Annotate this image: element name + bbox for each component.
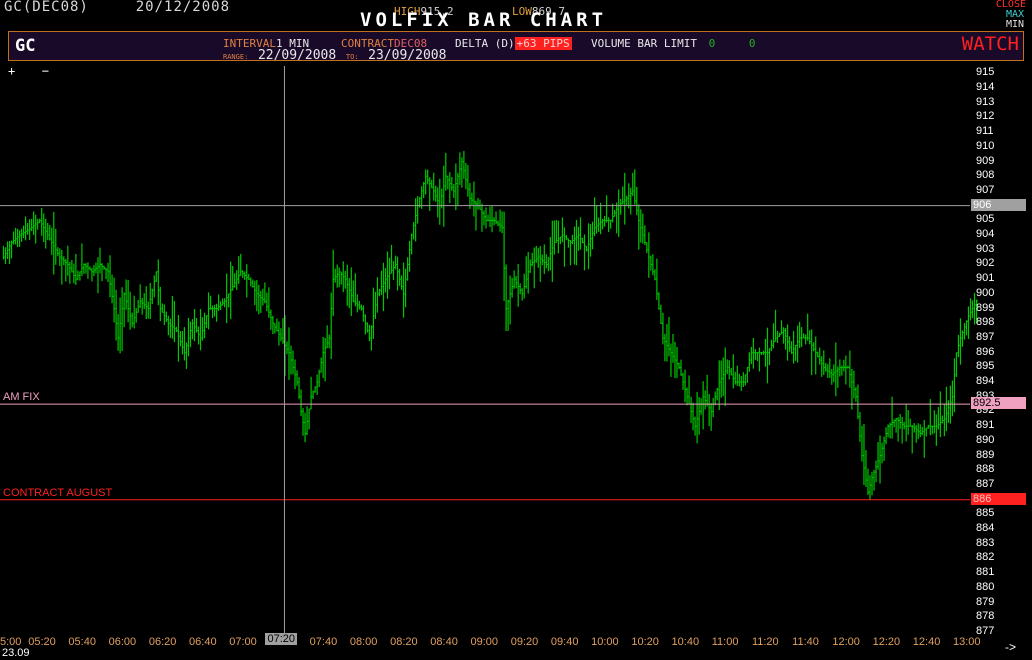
x-tick-label: 12:20 <box>872 636 901 648</box>
cursor-time-badge: 07:20 <box>265 633 297 645</box>
x-tick-label: 09:40 <box>550 636 579 648</box>
y-tick-label: 897 <box>976 330 995 343</box>
x-tick-label: 12:00 <box>832 636 860 648</box>
x-tick-label: 05:40 <box>68 636 96 648</box>
reference-line-label: AM FIX <box>3 391 40 404</box>
y-tick-label: 881 <box>976 566 995 579</box>
y-tick-label: 908 <box>976 169 995 182</box>
y-tick-label: 905 <box>976 213 995 226</box>
y-tick-label: 903 <box>976 242 995 255</box>
y-tick-label: 912 <box>976 110 995 123</box>
x-tick-label: 11:00 <box>711 636 739 648</box>
y-tick-label: 879 <box>976 595 995 608</box>
price-chart[interactable] <box>0 0 1032 660</box>
y-tick-label: 898 <box>976 316 995 329</box>
x-tick-label: 06:00 <box>108 636 137 648</box>
x-tick-label: 06:40 <box>189 636 217 648</box>
x-tick-label: 11:20 <box>751 636 779 648</box>
x-tick-label: 11:40 <box>792 636 819 648</box>
price-bars <box>2 150 979 500</box>
x-tick-label: 06:20 <box>148 636 177 648</box>
x-tick-label: 12:40 <box>912 636 941 648</box>
reference-price-badge: 886 <box>971 492 1026 505</box>
reference-price-badge: 892.5 <box>971 397 1026 410</box>
horizontal-levels <box>0 403 970 501</box>
x-tick-label: 13:00 <box>953 636 981 648</box>
y-tick-label: 910 <box>976 139 995 152</box>
y-tick-label: 909 <box>976 154 995 167</box>
y-tick-label: 882 <box>976 551 995 564</box>
y-tick-label: 914 <box>976 81 995 94</box>
x-tick-label: 09:20 <box>510 636 539 648</box>
y-tick-label: 880 <box>976 580 995 593</box>
y-tick-label: 896 <box>976 345 995 358</box>
y-tick-label: 888 <box>976 463 995 476</box>
y-tick-label: 911 <box>976 125 994 138</box>
x-tick-label: 10:00 <box>591 636 619 648</box>
y-tick-label: 900 <box>976 286 995 299</box>
y-tick-label: 894 <box>976 375 995 388</box>
y-tick-label: 890 <box>976 433 995 446</box>
y-tick-label: 901 <box>976 272 995 285</box>
cursor-price-badge: 906 <box>971 198 1026 211</box>
x-tick-label: 08:40 <box>430 636 458 648</box>
y-tick-label: 902 <box>976 257 995 270</box>
y-tick-label: 899 <box>976 301 995 314</box>
x-tick-label: 10:40 <box>671 636 700 648</box>
y-tick-label: 885 <box>976 507 995 520</box>
x-tick-label: 05:20 <box>28 636 56 648</box>
x-tick-label: 08:00 <box>349 636 378 648</box>
y-tick-label: 895 <box>976 360 995 373</box>
scroll-right-button[interactable]: -> <box>1005 640 1016 654</box>
x-tick-label: 08:20 <box>390 636 418 648</box>
y-tick-label: 913 <box>976 95 995 108</box>
y-tick-label: 883 <box>976 536 995 549</box>
bottom-date: 23.09 <box>2 647 30 659</box>
x-tick-label: 07:00 <box>229 636 257 648</box>
reference-line-label: CONTRACT AUGUST <box>3 486 113 499</box>
y-tick-label: 915 <box>976 66 995 79</box>
y-tick-label: 878 <box>976 610 995 623</box>
x-tick-label: 10:20 <box>631 636 659 648</box>
y-tick-label: 884 <box>976 522 995 535</box>
y-tick-label: 907 <box>976 183 995 196</box>
y-tick-label: 887 <box>976 477 995 490</box>
y-tick-label: 891 <box>976 419 995 432</box>
y-tick-label: 889 <box>976 448 995 461</box>
x-tick-label: 07:40 <box>309 636 338 648</box>
y-tick-label: 904 <box>976 228 995 241</box>
crosshair-cursor <box>0 66 970 633</box>
x-tick-label: 09:00 <box>470 636 499 648</box>
